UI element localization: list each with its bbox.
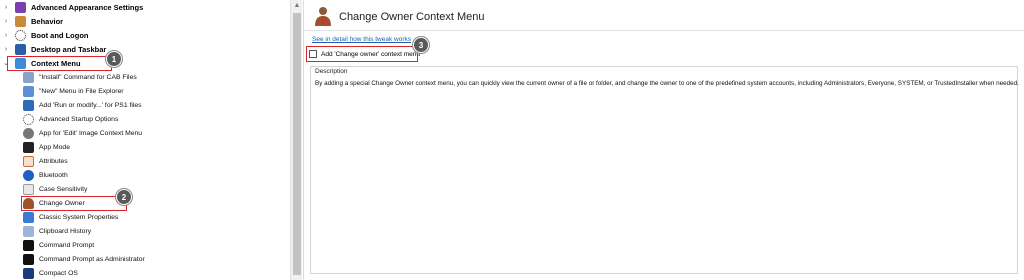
case-icon — [23, 183, 34, 195]
tree-item-label: Command Prompt — [39, 241, 95, 249]
description-title: Description — [315, 68, 348, 75]
appearance-icon — [15, 1, 26, 13]
scroll-thumb[interactable] — [293, 13, 301, 275]
tree-item-label: Desktop and Taskbar — [31, 44, 107, 54]
collapse-arrow-icon[interactable]: ⌄ — [2, 59, 10, 67]
tree-item-label: Clipboard History — [39, 227, 92, 235]
tree-item-label: Compact OS — [39, 269, 78, 277]
scroll-up-arrow-icon[interactable]: ▲ — [291, 0, 303, 12]
tree-child-cmd[interactable]: Command Prompt — [0, 238, 290, 252]
user-icon — [23, 197, 34, 209]
tree-item-label: App Mode — [39, 143, 70, 151]
tree-item-label: Advanced Startup Options — [39, 115, 119, 123]
cmd-icon — [23, 239, 34, 251]
tree-child-attributes[interactable]: Attributes — [0, 154, 290, 168]
attributes-icon — [23, 155, 34, 167]
tree-child-new-menu[interactable]: "New" Menu in File Explorer — [0, 84, 290, 98]
tree-item-label: Change Owner — [39, 199, 85, 207]
tree-item-label: Classic System Properties — [39, 213, 119, 221]
tree-item-context-menu[interactable]: ⌄ Context Menu — [0, 56, 290, 70]
expand-arrow-icon[interactable]: › — [2, 18, 10, 25]
startup-icon — [23, 113, 34, 125]
compact-icon — [23, 267, 34, 279]
tree-child-change-owner[interactable]: Change Owner — [0, 196, 290, 210]
tree-item-label: Attributes — [39, 157, 68, 165]
tree-child-app-mode[interactable]: App Mode — [0, 140, 290, 154]
expand-arrow-icon[interactable]: › — [2, 46, 10, 53]
bluetooth-icon — [23, 169, 34, 181]
tree-item-label: Add 'Run or modify...' for PS1 files — [39, 101, 142, 109]
app-mode-icon — [23, 141, 34, 153]
tree-item-label: App for 'Edit' Image Context Menu — [39, 129, 143, 137]
tree-item-desktop-taskbar[interactable]: › Desktop and Taskbar — [0, 42, 290, 56]
gear-icon — [23, 127, 34, 139]
description-group: Description By adding a special Change O… — [310, 66, 1019, 274]
tree-child-classic-system[interactable]: Classic System Properties — [0, 210, 290, 224]
tree-child-ps1[interactable]: Add 'Run or modify...' for PS1 files — [0, 98, 290, 112]
tree-item-label: Boot and Logon — [31, 30, 89, 40]
new-menu-icon — [23, 85, 34, 97]
tree-item-behavior[interactable]: › Behavior — [0, 14, 290, 28]
tree-item-label: Case Sensitivity — [39, 185, 88, 193]
tree-child-edit-image[interactable]: App for 'Edit' Image Context Menu — [0, 126, 290, 140]
cab-icon — [23, 71, 34, 83]
tree-item-label: Bluetooth — [39, 171, 68, 179]
tree-item-advanced-appearance[interactable]: › Advanced Appearance Settings — [0, 0, 290, 14]
details-panel: Change Owner Context Menu See in detail … — [303, 0, 1024, 280]
tree-item-label: Context Menu — [31, 58, 81, 68]
description-text: By adding a special Change Owner context… — [315, 80, 1019, 87]
boot-icon — [15, 29, 26, 41]
option-highlight — [306, 46, 418, 62]
tree-child-startup[interactable]: Advanced Startup Options — [0, 112, 290, 126]
step-badge-2: 2 — [116, 189, 132, 205]
tree-item-label: "Install" Command for CAB Files — [39, 73, 137, 81]
tree-item-boot-logon[interactable]: › Boot and Logon — [0, 28, 290, 42]
tree-item-label: "New" Menu in File Explorer — [39, 87, 124, 95]
context-menu-icon — [15, 57, 26, 69]
tree-item-label: Command Prompt as Administrator — [39, 255, 145, 263]
step-badge-3: 3 — [413, 37, 429, 53]
system-icon — [23, 211, 34, 223]
clipboard-icon — [23, 225, 34, 237]
page-title: Change Owner Context Menu — [339, 11, 485, 23]
tweak-details-link[interactable]: See in detail how this tweak works — [312, 36, 411, 43]
tree-child-bluetooth[interactable]: Bluetooth — [0, 168, 290, 182]
tree-scrollbar[interactable]: ▲ — [290, 0, 302, 280]
expand-arrow-icon[interactable]: › — [2, 4, 10, 11]
tree-child-clipboard[interactable]: Clipboard History — [0, 224, 290, 238]
change-owner-user-icon — [315, 7, 331, 26]
tree-child-install-cab[interactable]: "Install" Command for CAB Files — [0, 70, 290, 84]
cmd-admin-icon — [23, 253, 34, 265]
tree-item-label: Behavior — [31, 16, 64, 26]
tree-child-compact-os[interactable]: Compact OS — [0, 266, 290, 280]
tree-child-cmd-admin[interactable]: Command Prompt as Administrator — [0, 252, 290, 266]
expand-arrow-icon[interactable]: › — [2, 32, 10, 39]
desktop-icon — [15, 43, 26, 55]
header-divider — [304, 30, 1024, 31]
settings-tree: › Advanced Appearance Settings › Behavio… — [0, 0, 290, 280]
tree-item-label: Advanced Appearance Settings — [31, 2, 144, 12]
tree-child-case-sensitivity[interactable]: Case Sensitivity — [0, 182, 290, 196]
powershell-icon — [23, 99, 34, 111]
step-badge-1: 1 — [106, 51, 122, 67]
behavior-icon — [15, 15, 26, 27]
